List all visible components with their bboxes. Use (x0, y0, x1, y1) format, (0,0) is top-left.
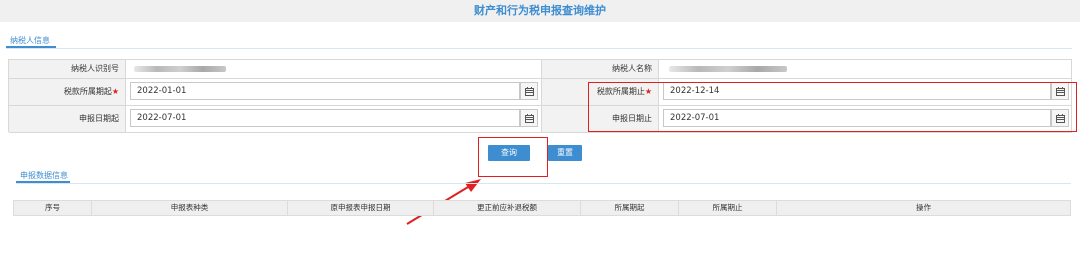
column-header: 更正前应补退税额 (434, 201, 581, 215)
column-header: 原申报表申报日期 (288, 201, 434, 215)
column-header: 所属期止 (679, 201, 777, 215)
tab-divider (16, 183, 1071, 184)
calendar-icon (525, 87, 534, 96)
required-star: ★ (111, 87, 119, 96)
taxpayer-id-label-cell: 纳税人识别号 (9, 60, 126, 79)
tab-declaration-data[interactable]: 申报数据信息 (16, 170, 72, 181)
reset-button[interactable]: 重置 (548, 145, 582, 161)
declare-start-calendar-button[interactable] (520, 109, 538, 127)
results-table-header: 序号 申报表种类 原申报表申报日期 更正前应补退税额 所属期起 所属期止 操作 (13, 200, 1071, 216)
taxpayer-name-value-cell (659, 60, 1072, 79)
declare-start-input[interactable]: 2022-07-01 (130, 109, 520, 127)
column-header: 所属期起 (581, 201, 679, 215)
declare-start-label: 申报日期起 (79, 114, 119, 123)
period-start-label: 税款所属期起 (63, 87, 112, 96)
taxpayer-name-label: 纳税人名称 (612, 64, 652, 73)
column-header: 序号 (14, 201, 92, 215)
column-header: 申报表种类 (92, 201, 288, 215)
taxpayer-id-redacted (134, 66, 226, 72)
period-start-input[interactable]: 2022-01-01 (130, 82, 520, 100)
taxpayer-id-value-cell (126, 60, 542, 79)
column-header: 操作 (916, 203, 931, 212)
period-start-label-cell: 税款所属期起★ (9, 79, 126, 106)
period-start-calendar-button[interactable] (520, 82, 538, 100)
taxpayer-name-label-cell: 纳税人名称 (542, 60, 659, 79)
period-start-value-cell: 2022-01-01 (126, 79, 542, 106)
tab-divider (6, 48, 1072, 49)
page-title: 财产和行为税申报查询维护 (0, 0, 1080, 22)
declare-start-value-cell: 2022-07-01 (126, 106, 542, 133)
taxpayer-id-label: 纳税人识别号 (71, 64, 119, 73)
calendar-icon (525, 114, 534, 123)
declare-start-label-cell: 申报日期起 (9, 106, 126, 133)
highlight-box-period-end (588, 82, 1077, 132)
taxpayer-name-redacted (669, 66, 787, 72)
tab-taxpayer-info[interactable]: 纳税人信息 (6, 35, 54, 46)
